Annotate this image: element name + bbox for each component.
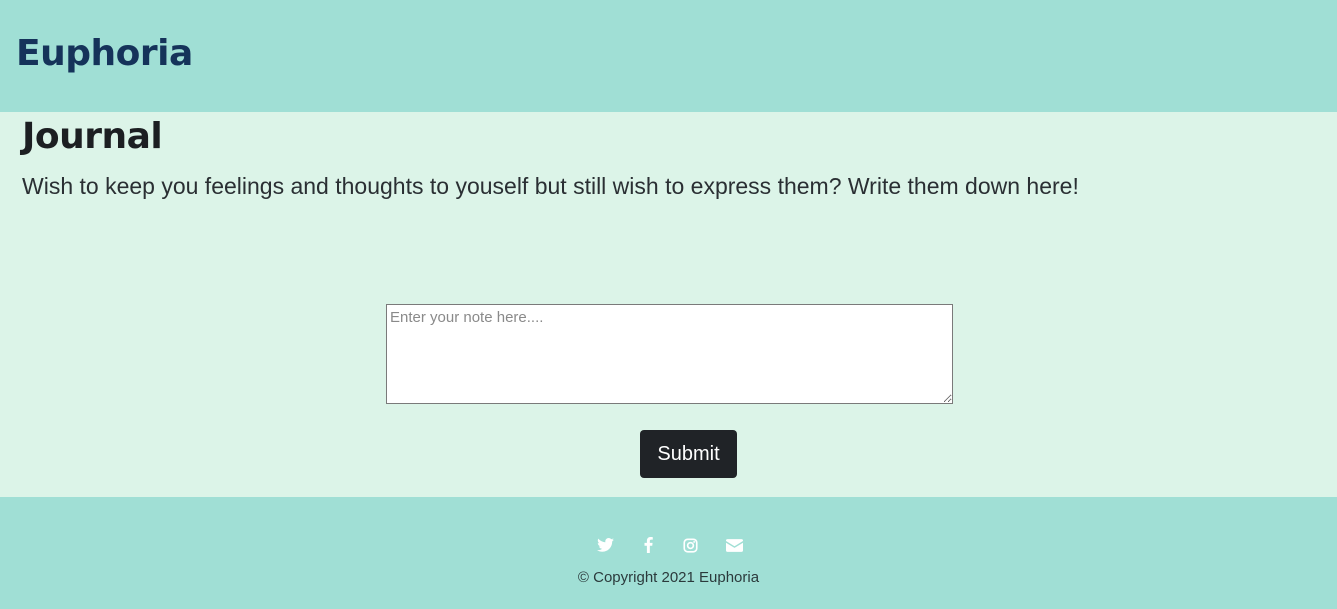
facebook-icon [644,537,653,553]
footer: © Copyright 2021 Euphoria [0,497,1337,609]
twitter-icon [596,538,614,552]
intro-text: Wish to keep you feelings and thoughts t… [22,173,1079,199]
copyright-text: © Copyright 2021 Euphoria [577,569,760,586]
instagram-icon [682,537,698,553]
note-textarea[interactable] [386,304,953,404]
envelope-icon [725,538,743,552]
brand-logo-link[interactable]: Euphoria [16,30,193,78]
social-links [0,535,1337,555]
submit-button[interactable]: Submit [640,430,737,478]
instagram-link[interactable] [680,535,700,555]
journal-section: Journal Wish to keep you feelings and th… [0,112,1337,497]
page-title: Journal [22,116,163,157]
twitter-link[interactable] [595,535,615,555]
facebook-link[interactable] [638,535,658,555]
navbar: Euphoria [0,0,1337,112]
email-link[interactable] [724,535,744,555]
